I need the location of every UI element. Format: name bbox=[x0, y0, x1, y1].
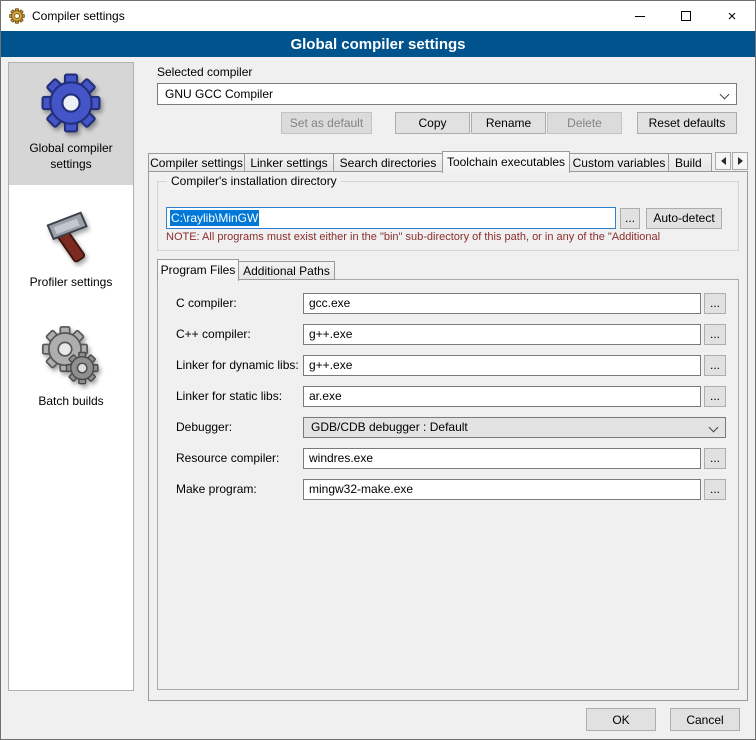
tab-label: Additional Paths bbox=[243, 264, 330, 278]
tab-toolchain-executables[interactable]: Toolchain executables bbox=[442, 151, 570, 173]
make-program-input[interactable] bbox=[303, 479, 701, 500]
profiler-tool-icon bbox=[40, 206, 102, 268]
cpp-compiler-input[interactable] bbox=[303, 324, 701, 345]
selected-compiler-label: Selected compiler bbox=[157, 65, 252, 79]
tab-scroll-right-button[interactable] bbox=[732, 152, 748, 170]
sidebar-item-global-compiler-settings[interactable]: Global compiler settings bbox=[9, 63, 133, 185]
c-compiler-input[interactable] bbox=[303, 293, 701, 314]
field-row-c-compiler: C compiler: ... bbox=[176, 292, 726, 314]
auto-detect-button[interactable]: Auto-detect bbox=[646, 208, 722, 229]
chevron-down-icon bbox=[709, 422, 719, 432]
linker-static-input[interactable] bbox=[303, 386, 701, 407]
window-title: Compiler settings bbox=[32, 9, 125, 23]
minimize-icon bbox=[635, 16, 645, 17]
tab-search-directories[interactable]: Search directories bbox=[333, 153, 443, 172]
ok-button[interactable]: OK bbox=[586, 708, 656, 731]
blue-gear-icon bbox=[40, 72, 102, 134]
field-row-linker-static: Linker for static libs: ... bbox=[176, 385, 726, 407]
dialog-header: Global compiler settings bbox=[1, 31, 755, 57]
linker-dynamic-label: Linker for dynamic libs: bbox=[176, 358, 303, 372]
tab-label: Compiler settings bbox=[150, 156, 243, 170]
triangle-right-icon bbox=[738, 157, 743, 165]
selected-compiler-dropdown[interactable]: GNU GCC Compiler bbox=[157, 83, 737, 105]
installation-directory-input[interactable]: C:\raylib\MinGW bbox=[166, 207, 616, 229]
installation-directory-value: C:\raylib\MinGW bbox=[170, 210, 259, 226]
cancel-button[interactable]: Cancel bbox=[670, 708, 740, 731]
dialog-header-title: Global compiler settings bbox=[290, 36, 465, 53]
close-icon: × bbox=[728, 9, 737, 24]
installation-directory-browse-button[interactable]: ... bbox=[620, 208, 640, 229]
program-files-panel: C compiler: ... C++ compiler: ... Linker… bbox=[157, 279, 739, 690]
tab-additional-paths[interactable]: Additional Paths bbox=[238, 261, 335, 280]
field-row-cpp-compiler: C++ compiler: ... bbox=[176, 323, 726, 345]
program-files-tab-bar: Program Files Additional Paths bbox=[157, 258, 335, 280]
debugger-label: Debugger: bbox=[176, 420, 303, 434]
set-as-default-button[interactable]: Set as default bbox=[281, 112, 372, 134]
sidebar-item-batch-builds[interactable]: Batch builds bbox=[9, 316, 133, 423]
cpp-compiler-browse-button[interactable]: ... bbox=[704, 324, 726, 345]
maximize-button[interactable] bbox=[663, 1, 709, 31]
reset-defaults-button[interactable]: Reset defaults bbox=[637, 112, 737, 134]
maximize-icon bbox=[681, 11, 691, 21]
linker-dynamic-browse-button[interactable]: ... bbox=[704, 355, 726, 376]
tab-label: Custom variables bbox=[573, 156, 666, 170]
cpp-compiler-label: C++ compiler: bbox=[176, 327, 303, 341]
sidebar-item-label: Global compiler settings bbox=[13, 141, 129, 172]
copy-button[interactable]: Copy bbox=[395, 112, 470, 134]
sidebar-item-label: Profiler settings bbox=[30, 275, 113, 291]
tab-scroll-left-button[interactable] bbox=[715, 152, 731, 170]
make-program-label: Make program: bbox=[176, 482, 303, 496]
selected-compiler-value: GNU GCC Compiler bbox=[165, 87, 273, 101]
make-program-browse-button[interactable]: ... bbox=[704, 479, 726, 500]
field-row-make-program: Make program: ... bbox=[176, 478, 726, 500]
field-row-resource-compiler: Resource compiler: ... bbox=[176, 447, 726, 469]
linker-dynamic-input[interactable] bbox=[303, 355, 701, 376]
triangle-left-icon bbox=[721, 157, 726, 165]
tab-linker-settings[interactable]: Linker settings bbox=[244, 153, 334, 172]
linker-static-browse-button[interactable]: ... bbox=[704, 386, 726, 407]
tab-custom-variables[interactable]: Custom variables bbox=[569, 153, 669, 172]
resource-compiler-input[interactable] bbox=[303, 448, 701, 469]
compiler-settings-window: Compiler settings × Global compiler sett… bbox=[0, 0, 756, 740]
tab-label: Toolchain executables bbox=[447, 155, 565, 169]
tab-scroll-controls bbox=[713, 152, 748, 170]
app-icon bbox=[9, 8, 25, 24]
compiler-actions: Set as default Copy Rename Delete Reset … bbox=[157, 112, 737, 134]
linker-static-label: Linker for static libs: bbox=[176, 389, 303, 403]
chevron-down-icon bbox=[720, 90, 730, 100]
tab-label: Search directories bbox=[340, 156, 437, 170]
c-compiler-label: C compiler: bbox=[176, 296, 303, 310]
field-row-linker-dynamic: Linker for dynamic libs: ... bbox=[176, 354, 726, 376]
debugger-dropdown[interactable]: GDB/CDB debugger : Default bbox=[303, 417, 726, 438]
minimize-button[interactable] bbox=[617, 1, 663, 31]
installation-directory-row: C:\raylib\MinGW ... Auto-detect bbox=[166, 207, 722, 229]
settings-tab-bar: Compiler settings Linker settings Search… bbox=[148, 150, 748, 172]
sidebar-item-profiler-settings[interactable]: Profiler settings bbox=[9, 197, 133, 304]
close-button[interactable]: × bbox=[709, 1, 755, 31]
c-compiler-browse-button[interactable]: ... bbox=[704, 293, 726, 314]
tab-build-options[interactable]: Build bbox=[668, 153, 712, 172]
resource-compiler-browse-button[interactable]: ... bbox=[704, 448, 726, 469]
tab-program-files[interactable]: Program Files bbox=[157, 259, 239, 281]
settings-category-list: Global compiler settings Profiler settin… bbox=[8, 62, 134, 691]
toolchain-executables-panel: Compiler's installation directory C:\ray… bbox=[148, 171, 748, 701]
debugger-value: GDB/CDB debugger : Default bbox=[311, 420, 468, 434]
groupbox-title: Compiler's installation directory bbox=[167, 174, 341, 188]
sidebar-item-label: Batch builds bbox=[38, 394, 103, 410]
rename-button[interactable]: Rename bbox=[471, 112, 546, 134]
title-bar[interactable]: Compiler settings × bbox=[1, 1, 755, 31]
field-row-debugger: Debugger: GDB/CDB debugger : Default bbox=[176, 416, 726, 438]
tab-label: Linker settings bbox=[250, 156, 327, 170]
delete-button[interactable]: Delete bbox=[547, 112, 622, 134]
tab-compiler-settings[interactable]: Compiler settings bbox=[148, 153, 245, 172]
tab-label: Program Files bbox=[161, 263, 236, 277]
tab-label: Build bbox=[675, 156, 702, 170]
installation-note: NOTE: All programs must exist either in … bbox=[166, 231, 744, 243]
batch-builds-gears-icon bbox=[40, 325, 102, 387]
resource-compiler-label: Resource compiler: bbox=[176, 451, 303, 465]
